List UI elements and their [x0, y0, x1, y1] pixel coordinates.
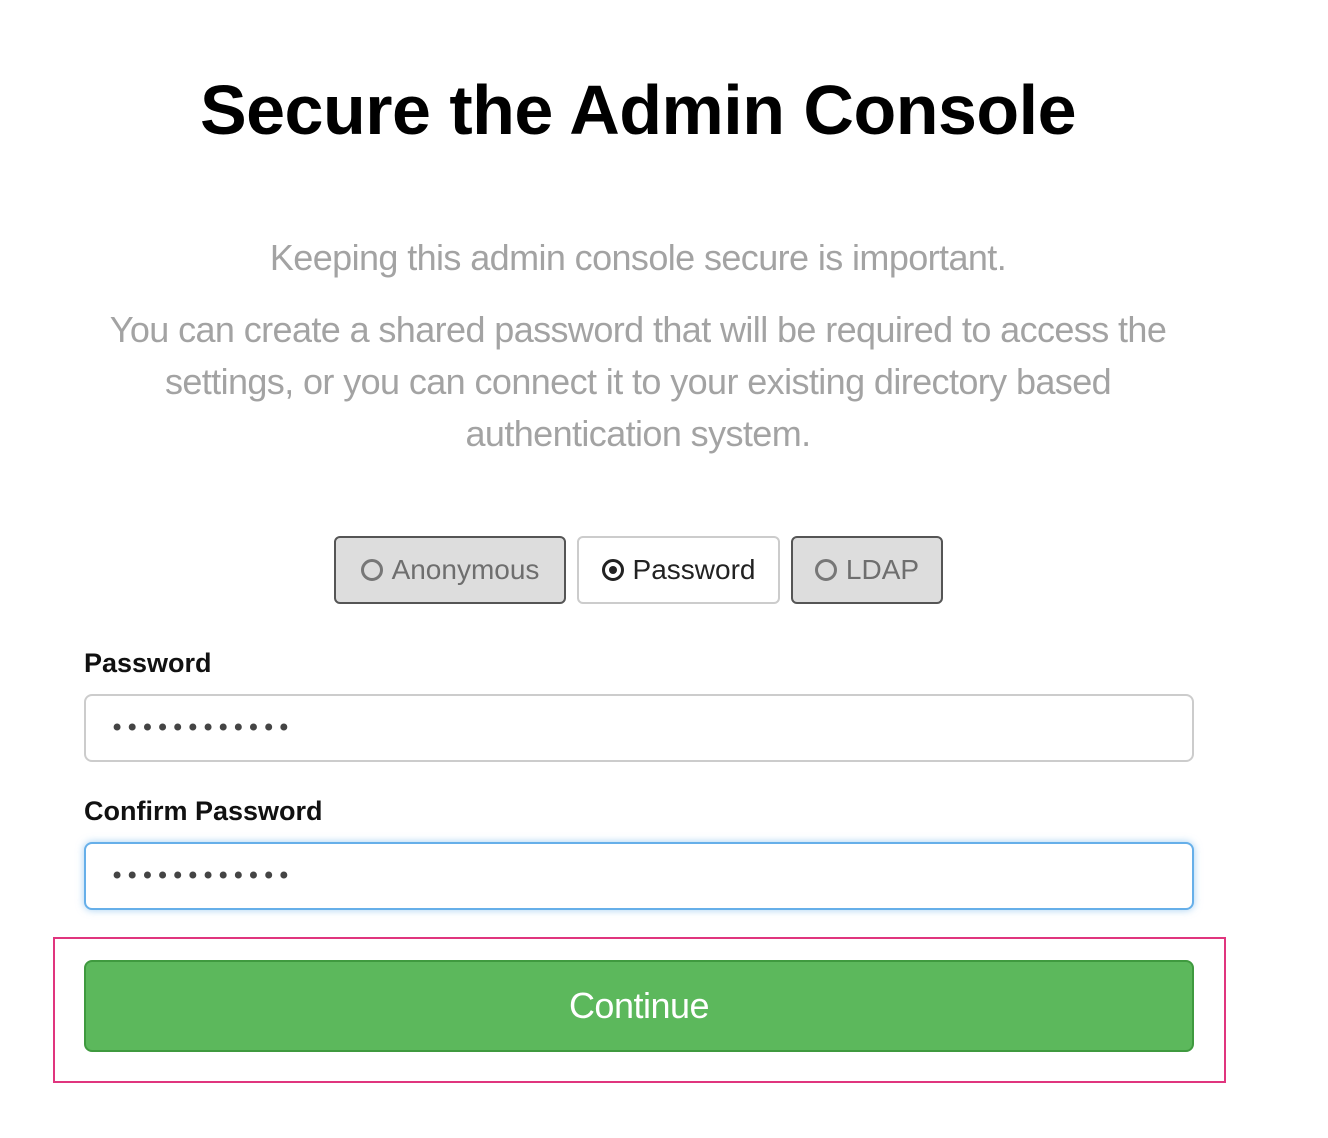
radio-unchecked-icon	[814, 559, 837, 581]
auth-option-label: Anonymous	[391, 554, 540, 585]
setup-page: Secure the Admin Console Keeping this ad…	[0, 0, 1328, 1138]
password-label: Password	[84, 648, 212, 678]
auth-method-toggle: Anonymous Password LDAP	[334, 536, 943, 604]
intro-text: Keeping this admin console secure is imp…	[88, 232, 1188, 460]
radio-unchecked-icon	[360, 559, 383, 581]
auth-option-anonymous[interactable]: Anonymous	[334, 536, 566, 604]
confirm-password-label: Confirm Password	[84, 796, 323, 826]
auth-option-label: LDAP	[845, 554, 920, 585]
radio-checked-icon	[601, 559, 624, 581]
password-input[interactable]	[84, 694, 1194, 762]
confirm-password-input[interactable]	[84, 842, 1194, 910]
intro-line-1: Keeping this admin console secure is imp…	[269, 237, 1007, 278]
page-title: Secure the Admin Console	[199, 71, 1077, 149]
continue-button[interactable]: Continue	[84, 960, 1194, 1052]
auth-option-password[interactable]: Password	[577, 536, 780, 604]
auth-option-ldap[interactable]: LDAP	[791, 536, 943, 604]
intro-line-2: You can create a shared password that wi…	[109, 309, 1167, 454]
auth-option-label: Password	[632, 554, 756, 585]
